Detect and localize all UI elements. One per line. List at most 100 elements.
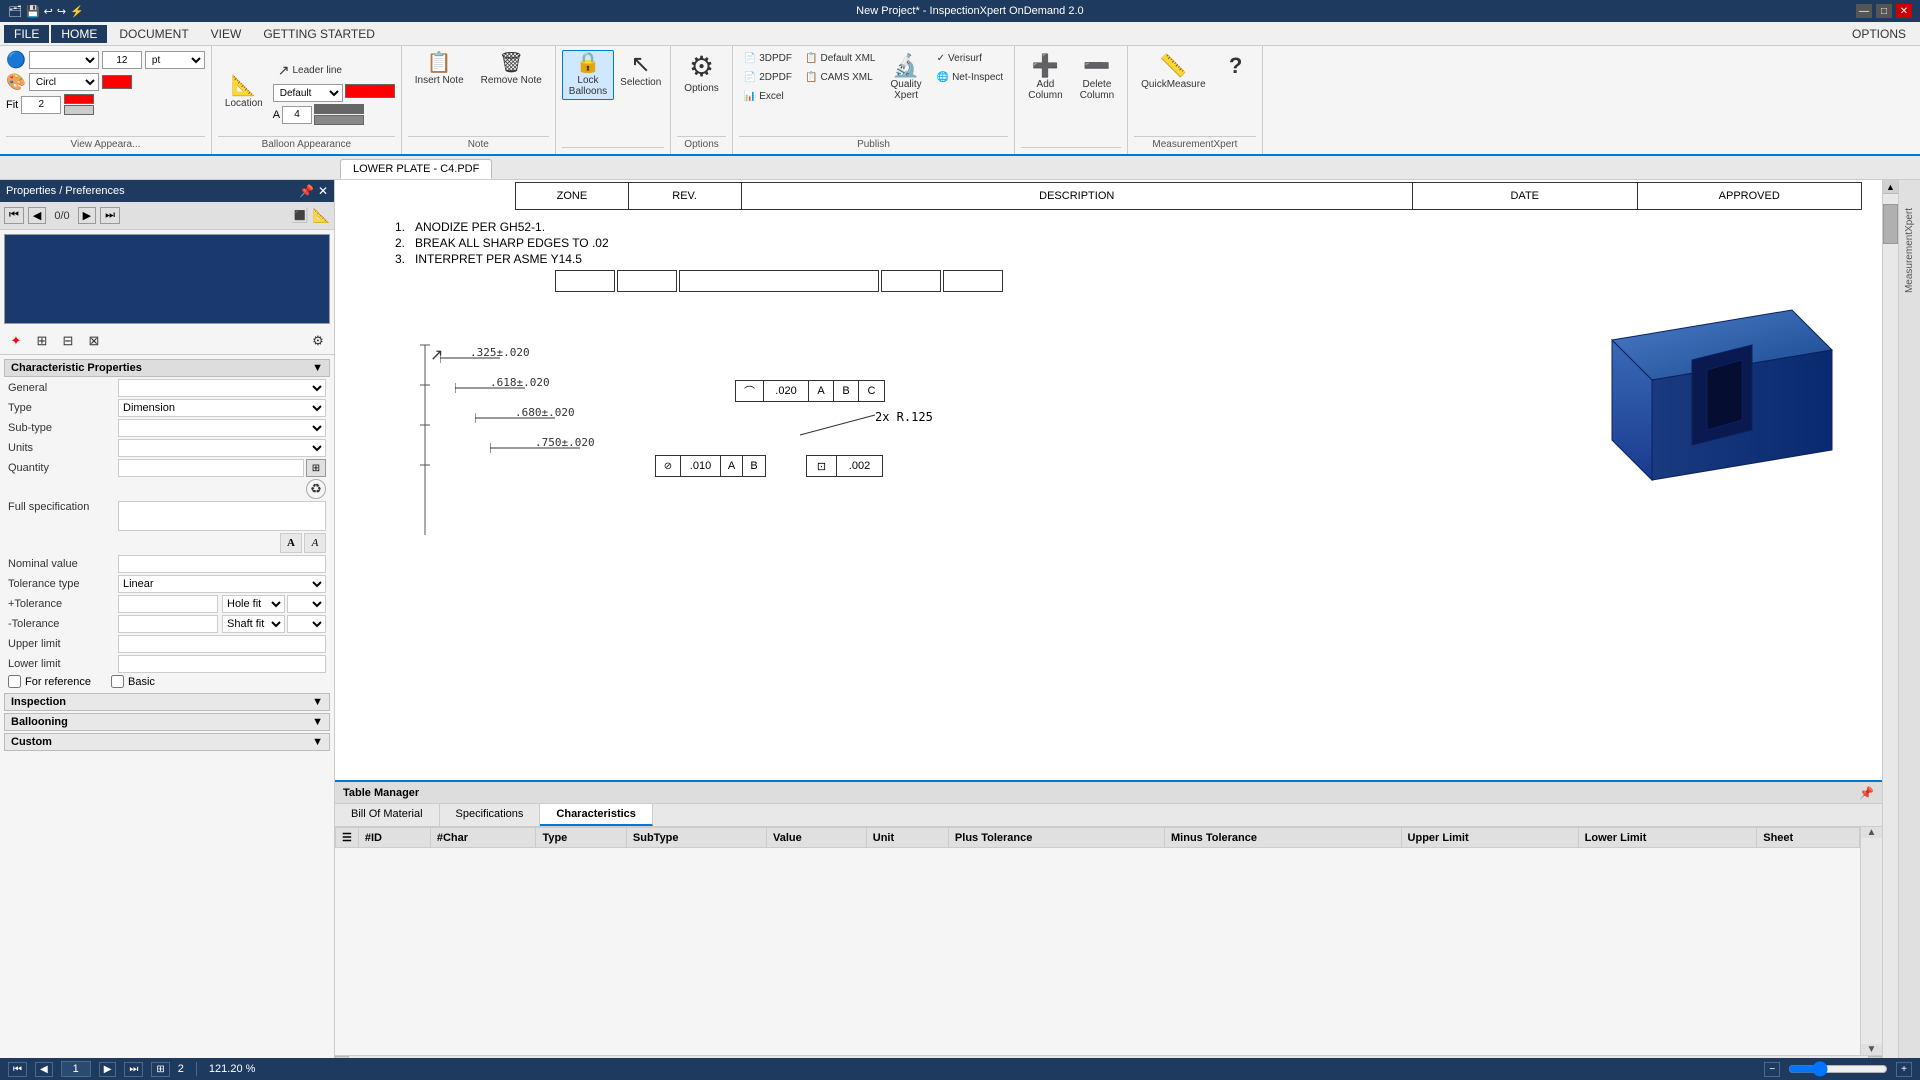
nav-prev[interactable]: ◀ [28,207,46,224]
hole-fit-dropdown[interactable]: Hole fit [222,595,285,613]
quality-xpert-btn[interactable]: 🔬 QualityXpert [884,50,929,104]
close-panel-button[interactable]: ✕ [318,184,328,198]
nav-next[interactable]: ▶ [78,207,96,224]
window-controls[interactable]: — □ ✕ [1856,4,1912,18]
plus-tolerance-input[interactable] [118,595,218,613]
close-button[interactable]: ✕ [1896,4,1912,18]
nominal-input[interactable]: .680 [118,555,326,573]
full-spec-textarea[interactable] [118,501,326,531]
lower-limit-input[interactable] [118,655,326,673]
quickmeasure-btn[interactable]: 📏 QuickMeasure [1134,50,1212,93]
right-scroll-thumb[interactable] [1883,204,1898,244]
fit-input[interactable] [21,96,61,114]
col-type[interactable]: Type [536,828,626,848]
col-lower-limit[interactable]: Lower Limit [1578,828,1757,848]
tolerance-type-dropdown[interactable]: Linear [118,575,326,593]
col-minus-tol[interactable]: Minus Tolerance [1165,828,1402,848]
col-subtype[interactable]: SubType [626,828,766,848]
custom-header[interactable]: Custom ▼ [4,733,330,751]
nav-icon-btn-1[interactable]: 🔳 [291,207,308,224]
color-swatch-2[interactable] [64,94,94,104]
tab-bill-of-material[interactable]: Bill Of Material [335,804,440,826]
table-manager-pin[interactable]: 📌 [1859,786,1874,800]
col-unit[interactable]: Unit [866,828,948,848]
ballooning-header[interactable]: Ballooning ▼ [4,713,330,731]
default-combo[interactable]: Default [273,84,343,102]
menu-file[interactable]: FILE [4,25,49,43]
status-nav-last[interactable]: ⏭ [124,1062,143,1077]
options-btn[interactable]: ⚙ Options [677,50,725,97]
default-xml-btn[interactable]: 📋Default XML [800,50,880,67]
xy-button[interactable]: 📐 Location [218,73,270,112]
verisurf-btn[interactable]: ✓Verisurf [932,50,1009,67]
format-btn-2[interactable]: A [304,533,326,553]
nav-first[interactable]: ⏮ [4,207,24,224]
2dpdf-btn[interactable]: 📄2DPDF [739,69,797,86]
delete-column-btn[interactable]: ➖ DeleteColumn [1073,50,1121,104]
prop-icon-btn[interactable]: ♻ [306,479,326,499]
menu-home[interactable]: HOME [51,25,107,43]
nav-icon-btn-2[interactable]: 📐 [313,207,330,224]
menu-document[interactable]: DOCUMENT [109,25,198,43]
col-char[interactable]: #Char [430,828,536,848]
col-value[interactable]: Value [767,828,867,848]
status-nav-prev[interactable]: ◀ [35,1062,53,1077]
nav-last[interactable]: ⏭ [100,207,120,224]
col-upper-limit[interactable]: Upper Limit [1401,828,1578,848]
format-btn-1[interactable]: A [280,533,302,553]
font-size-input[interactable] [102,51,142,69]
toolbar-icon-3[interactable]: ⊟ [56,330,80,352]
toolbar-icon-5[interactable]: ⚙ [306,330,330,352]
zoom-out-btn[interactable]: − [1764,1062,1780,1077]
color-swatch-1[interactable] [102,75,132,89]
3dpdf-btn[interactable]: 📄3DPDF [739,50,797,67]
measurement-xpert-tab[interactable]: MeasurementXpert [1902,200,1917,301]
status-nav-next[interactable]: ▶ [99,1062,117,1077]
shaft-fit-value-dropdown[interactable] [287,615,326,633]
tab-characteristics[interactable]: Characteristics [540,804,653,826]
text-color-2[interactable] [314,115,364,125]
status-page-input[interactable] [61,1061,91,1077]
insert-note-btn[interactable]: 📋 Insert Note [408,50,471,89]
remove-note-btn[interactable]: 🗑 Remove Note [474,50,549,89]
menu-options[interactable]: OPTIONS [1842,25,1916,43]
shape-combo[interactable]: Circl [29,73,99,91]
vscroll-up[interactable]: ▲ [1867,827,1877,838]
add-column-btn[interactable]: ➕ AddColumn [1021,50,1069,104]
general-dropdown[interactable] [118,379,326,397]
upper-limit-input[interactable] [118,635,326,653]
help-btn[interactable]: ? [1216,50,1256,82]
quantity-input[interactable] [118,459,304,477]
hole-fit-value-dropdown[interactable] [287,595,326,613]
for-reference-checkbox[interactable] [8,675,21,688]
doc-tab-lower-plate[interactable]: LOWER PLATE - C4.PDF [340,159,492,179]
vscroll-down[interactable]: ▼ [1867,1044,1877,1055]
basic-checkbox[interactable] [111,675,124,688]
units-dropdown[interactable] [118,439,326,457]
lock-balloons-btn[interactable]: 🔒 LockBalloons [562,50,614,100]
menu-view[interactable]: VIEW [201,25,252,43]
zoom-slider[interactable] [1788,1063,1888,1075]
subtype-dropdown[interactable] [118,419,326,437]
toolbar-icon-4[interactable]: ⊠ [82,330,106,352]
font-unit-combo[interactable]: pt [145,51,205,69]
excel-btn[interactable]: 📊Excel [739,88,797,105]
zoom-in-btn[interactable]: + [1896,1062,1912,1077]
col-sheet[interactable]: Sheet [1757,828,1860,848]
type-dropdown[interactable]: Dimension [118,399,326,417]
menu-getting-started[interactable]: GETTING STARTED [253,25,385,43]
char-props-header[interactable]: Characteristic Properties ▼ [4,359,330,377]
status-nav-first[interactable]: ⏮ [8,1062,27,1077]
status-fit-btn[interactable]: ⊞ [151,1062,169,1077]
maximize-button[interactable]: □ [1876,4,1892,18]
select-btn[interactable]: ↖ Selection [617,50,664,91]
toolbar-icon-1[interactable]: ✦ [4,330,28,352]
leader-size-input[interactable] [282,106,312,124]
quantity-btn[interactable]: ⊞ [306,459,326,477]
right-scroll-up[interactable]: ▲ [1883,180,1898,194]
minus-tolerance-input[interactable] [118,615,218,633]
tab-specifications[interactable]: Specifications [440,804,541,826]
inspection-header[interactable]: Inspection ▼ [4,693,330,711]
leader-color[interactable] [345,84,395,98]
toolbar-icon-2[interactable]: ⊞ [30,330,54,352]
